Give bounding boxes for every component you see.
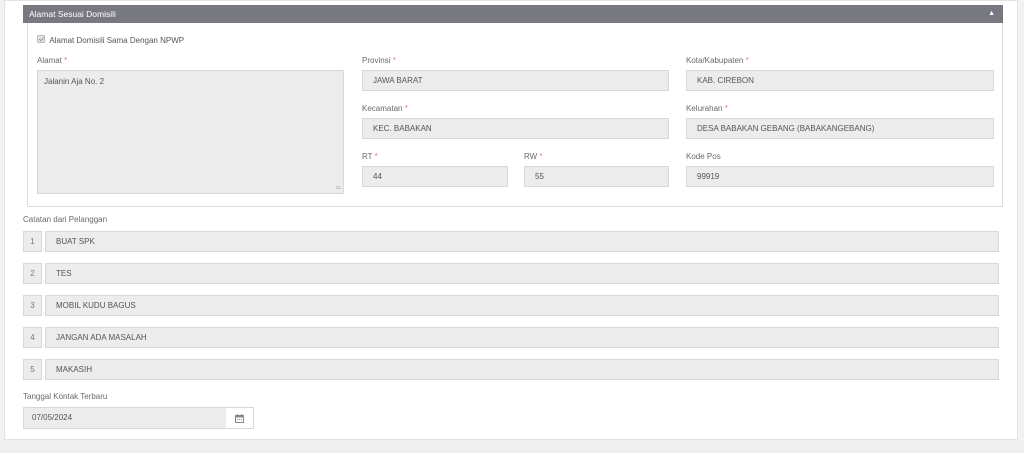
rw-label: RW * bbox=[524, 152, 543, 161]
kecamatan-label: Kecamatan * bbox=[362, 104, 408, 113]
note-field[interactable]: MAKASIH bbox=[45, 359, 999, 380]
kodepos-label: Kode Pos bbox=[686, 152, 721, 161]
kecamatan-field[interactable]: KEC. BABAKAN bbox=[362, 118, 669, 139]
note-number: 3 bbox=[23, 295, 42, 316]
note-field[interactable]: JANGAN ADA MASALAH bbox=[45, 327, 999, 348]
note-field[interactable]: BUAT SPK bbox=[45, 231, 999, 252]
address-panel: Alamat Domisili Sama Dengan NPWP Alamat … bbox=[27, 23, 1003, 207]
caret-up-icon[interactable]: ▲ bbox=[988, 5, 995, 23]
form-container: Alamat Sesuai Domisili ▲ Alamat Domisili… bbox=[4, 0, 1018, 440]
contact-date-label: Tanggal Kontak Terbaru bbox=[23, 392, 108, 401]
note-number: 2 bbox=[23, 263, 42, 284]
kota-label: Kota/Kabupaten * bbox=[686, 56, 749, 65]
resize-handle-icon[interactable]: ⌓ bbox=[335, 184, 341, 192]
alamat-value: Jalanin Aja No. 2 bbox=[44, 77, 105, 86]
note-field[interactable]: MOBIL KUDU BAGUS bbox=[45, 295, 999, 316]
contact-date-input[interactable]: 07/05/2024 bbox=[23, 407, 227, 429]
calendar-button[interactable] bbox=[226, 407, 254, 429]
calendar-icon bbox=[235, 414, 244, 423]
section-title: Alamat Sesuai Domisili bbox=[29, 9, 116, 19]
section-header[interactable]: Alamat Sesuai Domisili ▲ bbox=[23, 5, 1003, 23]
alamat-label: Alamat * bbox=[37, 56, 68, 65]
same-as-npwp-checkbox[interactable] bbox=[37, 35, 45, 43]
page-footer-strip bbox=[0, 441, 1024, 453]
kodepos-field[interactable]: 99919 bbox=[686, 166, 994, 187]
alamat-textarea[interactable]: Jalanin Aja No. 2 ⌓ bbox=[37, 70, 344, 194]
same-as-npwp-row[interactable]: Alamat Domisili Sama Dengan NPWP bbox=[37, 35, 184, 45]
note-field[interactable]: TES bbox=[45, 263, 999, 284]
rt-field[interactable]: 44 bbox=[362, 166, 508, 187]
note-number: 4 bbox=[23, 327, 42, 348]
note-number: 5 bbox=[23, 359, 42, 380]
kelurahan-label: Kelurahan * bbox=[686, 104, 728, 113]
kelurahan-field[interactable]: DESA BABAKAN GEBANG (BABAKANGEBANG) bbox=[686, 118, 994, 139]
same-as-npwp-label: Alamat Domisili Sama Dengan NPWP bbox=[49, 36, 185, 45]
kota-field[interactable]: KAB. CIREBON bbox=[686, 70, 994, 91]
notes-label: Catatan dari Pelanggan bbox=[23, 215, 108, 224]
rw-field[interactable]: 55 bbox=[524, 166, 669, 187]
provinsi-field[interactable]: JAWA BARAT bbox=[362, 70, 669, 91]
note-number: 1 bbox=[23, 231, 42, 252]
provinsi-label: Provinsi * bbox=[362, 56, 396, 65]
rt-label: RT * bbox=[362, 152, 378, 161]
